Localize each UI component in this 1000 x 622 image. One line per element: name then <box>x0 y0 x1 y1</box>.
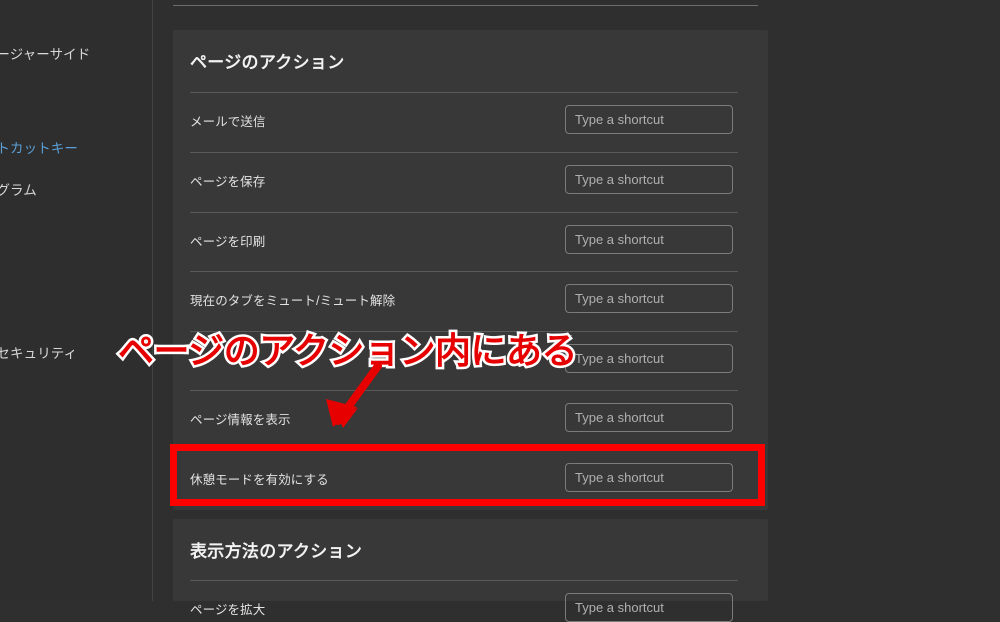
sidebar-item[interactable]: ムショートカットキー <box>0 140 153 158</box>
section-title: ページのアクション <box>190 53 345 72</box>
shortcut-input[interactable] <box>565 225 733 254</box>
sidebar-item[interactable]: アプリ <box>0 222 153 240</box>
shortcut-input[interactable] <box>565 284 733 313</box>
row-separator <box>190 331 738 332</box>
sidebar-item[interactable]: スペース <box>0 99 153 117</box>
row-separator <box>190 212 738 213</box>
shortcut-row-label: ページを印刷 <box>190 235 266 249</box>
shortcut-input[interactable] <box>565 403 733 432</box>
section-title: 表示方法のアクション <box>190 542 363 561</box>
shortcut-row-label: メールで送信 <box>190 115 266 129</box>
shortcut-section-card <box>173 30 768 510</box>
row-separator <box>190 390 738 391</box>
sidebar-item[interactable]: バシーとセキュリティ <box>0 345 153 363</box>
shortcut-input[interactable] <box>565 165 733 194</box>
sidebar-item[interactable]: ザーマネージャーサイド <box>0 46 153 64</box>
shortcut-input[interactable] <box>565 344 733 373</box>
shortcut-input[interactable] <box>565 105 733 134</box>
row-separator <box>190 271 738 272</box>
sidebar-item[interactable]: ン <box>0 18 153 36</box>
content-top-divider <box>173 5 758 6</box>
row-separator <box>190 152 738 153</box>
shortcut-input[interactable] <box>565 593 733 622</box>
shortcut-input[interactable] <box>565 463 733 492</box>
row-separator <box>190 92 738 93</box>
shortcut-row-label: ページを拡大 <box>190 603 266 617</box>
settings-window: ンザーマネージャーサイドスペースムショートカットキールとプログラムアプリバシーと… <box>0 0 1000 622</box>
settings-content-panel: ページのアクションメールで送信ページを保存ページを印刷現在のタブをミュート/ミュ… <box>153 0 1000 622</box>
shortcut-row-label: ページ情報を表示 <box>190 413 291 427</box>
settings-sidebar: ンザーマネージャーサイドスペースムショートカットキールとプログラムアプリバシーと… <box>0 0 153 601</box>
row-separator <box>190 450 738 451</box>
shortcut-row-label: ページを保存 <box>190 175 266 189</box>
row-separator <box>190 580 738 581</box>
shortcut-row-label: 現在のタブをミュート/ミュート解除 <box>190 294 396 308</box>
sidebar-item[interactable]: ルとプログラム <box>0 182 153 200</box>
shortcut-row-label: 休憩モードを有効にする <box>190 473 329 487</box>
